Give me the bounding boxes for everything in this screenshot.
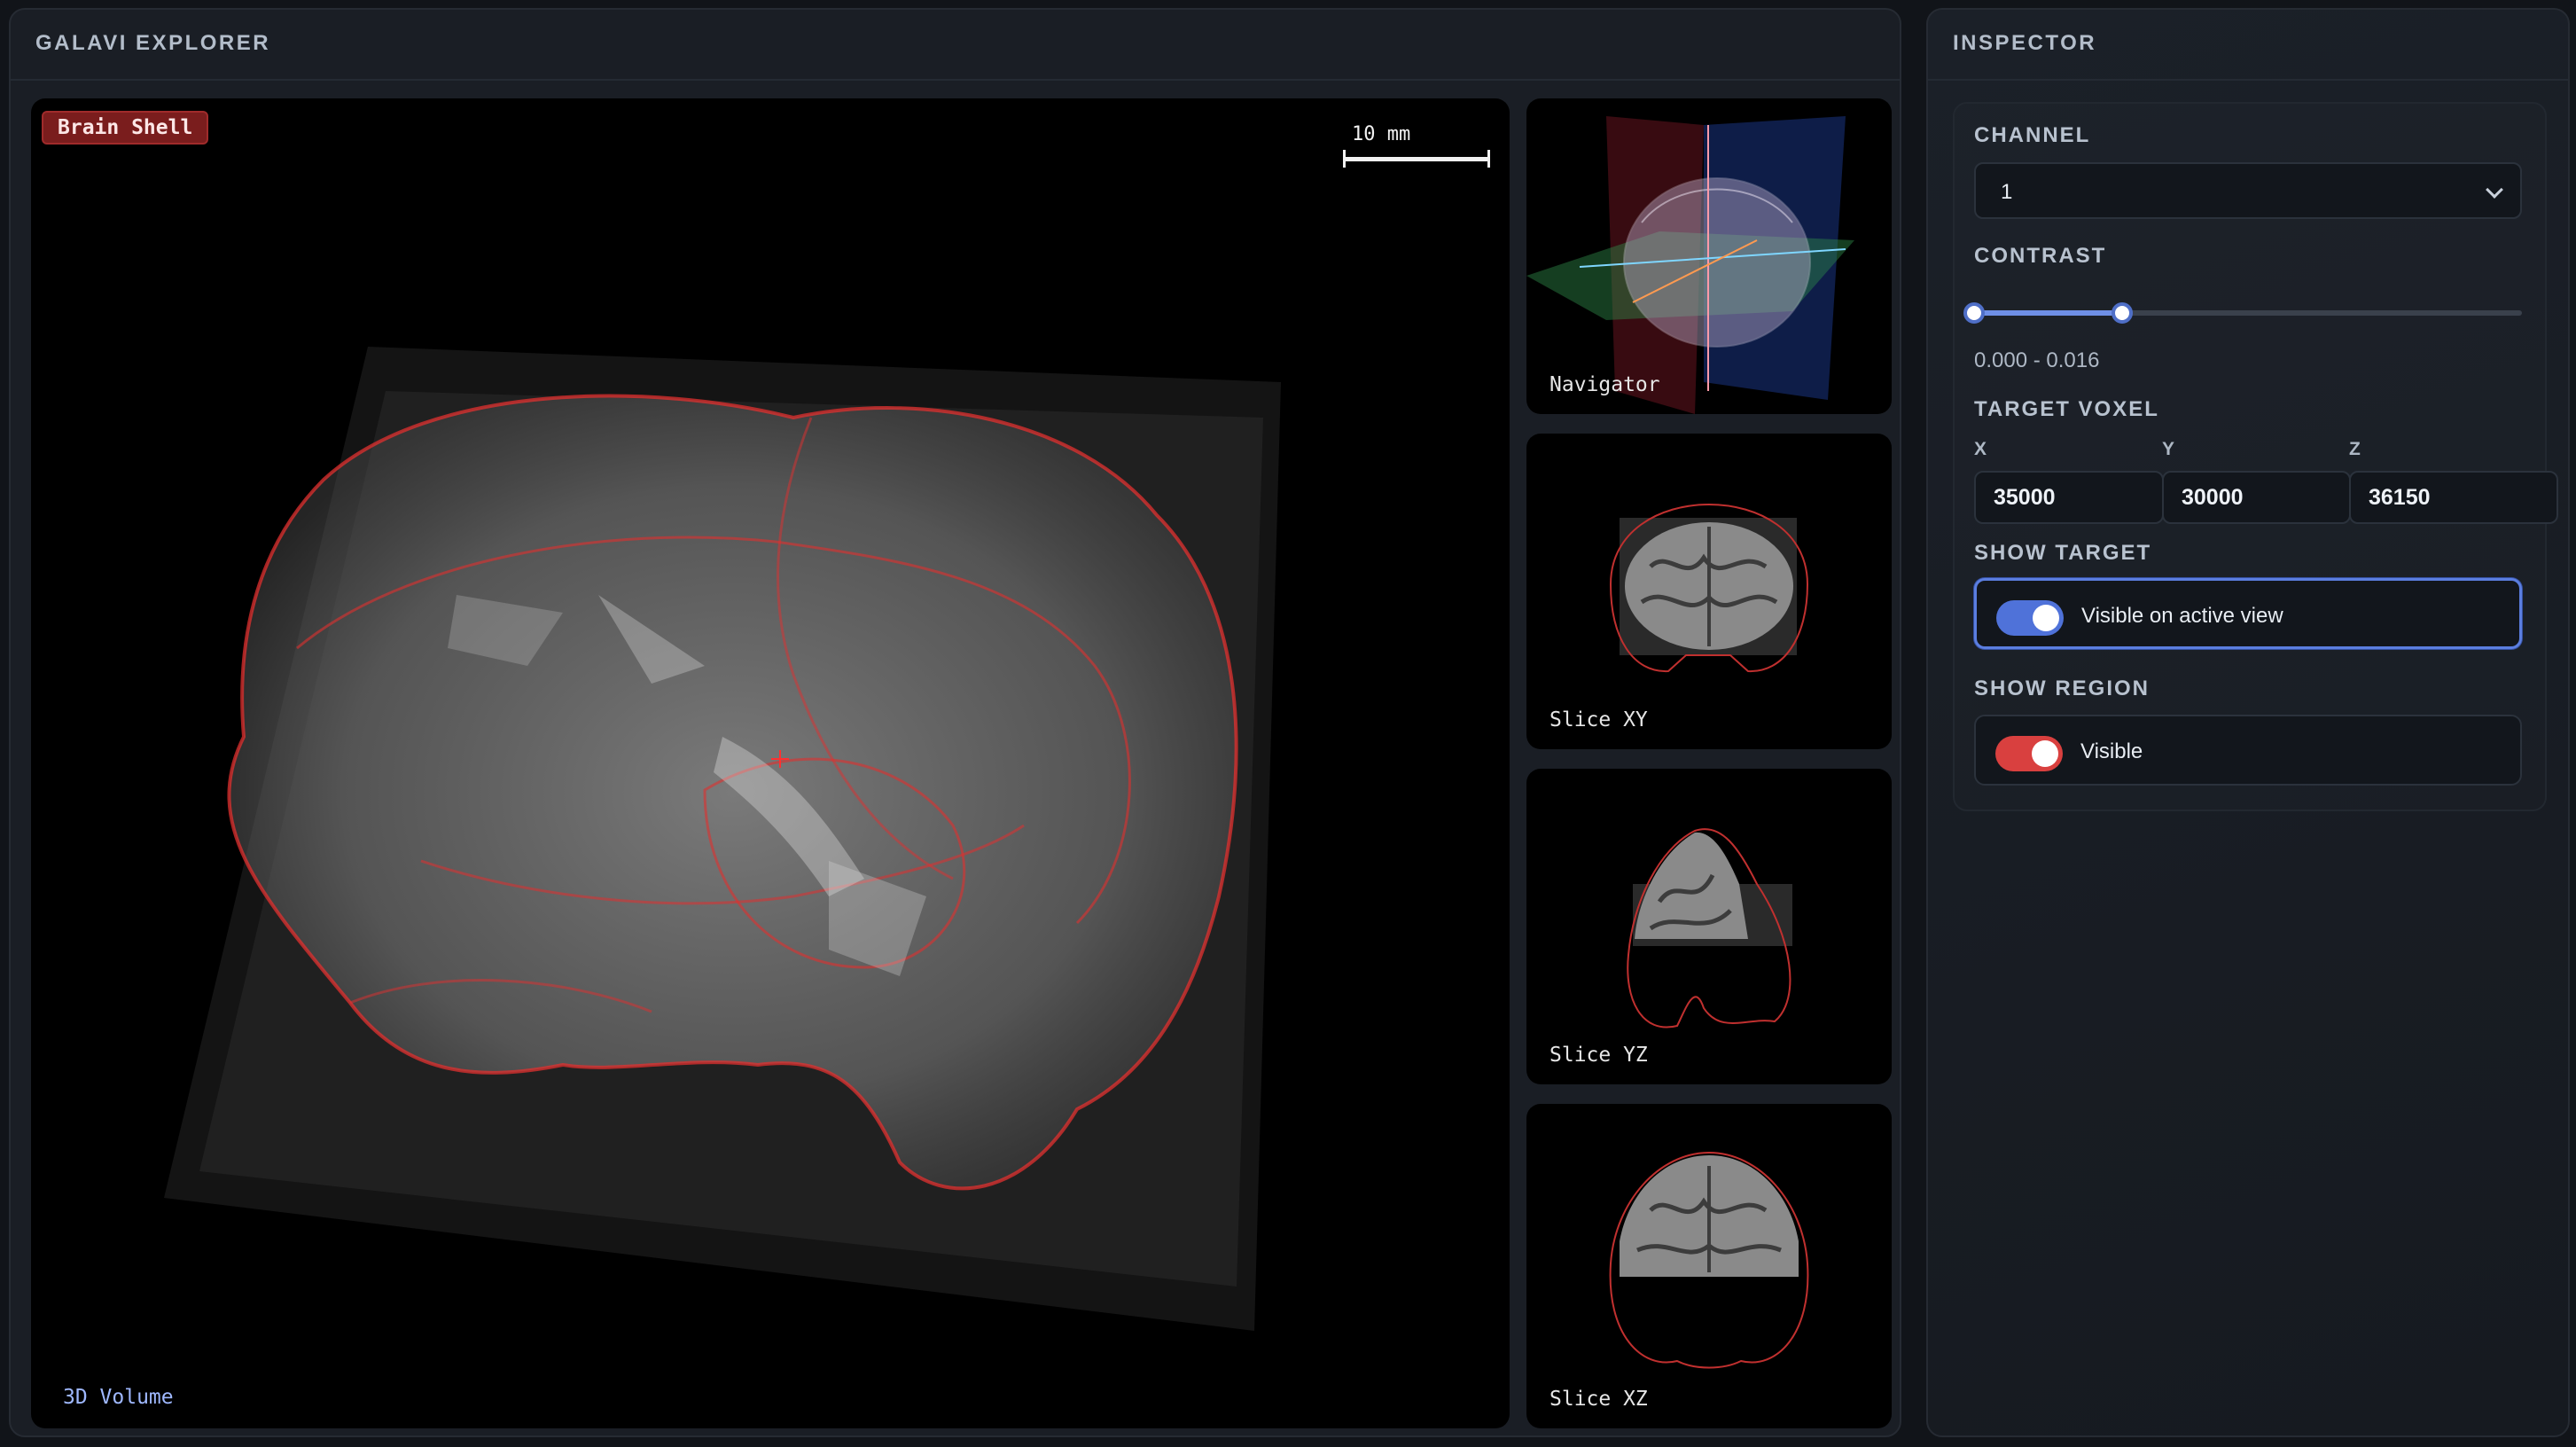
contrast-range-text: 0.000 - 0.016 xyxy=(1974,348,2100,372)
slice-xz-label: Slice XZ xyxy=(1550,1388,1648,1411)
voxel-z-input[interactable] xyxy=(2349,471,2558,524)
contrast-slider[interactable] xyxy=(1963,302,2522,324)
slice-xz-view[interactable]: Slice XZ xyxy=(1526,1104,1892,1428)
galavi-app: GALAVI EXPLORER Brain Shell 10 mm 3D Vol… xyxy=(0,0,2576,1447)
slice-yz-label: Slice YZ xyxy=(1550,1044,1648,1067)
inspector-panel: INSPECTOR CHANNEL 1 CONTRAST 0.000 - 0.0… xyxy=(1926,8,2570,1437)
voxel-y-label: Y xyxy=(2162,439,2175,459)
explorer-panel: GALAVI EXPLORER Brain Shell 10 mm 3D Vol… xyxy=(9,8,1901,1437)
chevron-down-icon xyxy=(2486,181,2503,199)
voxel-y-input[interactable] xyxy=(2162,471,2351,524)
show-region-switch[interactable] xyxy=(1995,736,2063,771)
slice-xy-render xyxy=(1609,503,1809,673)
channel-label: CHANNEL xyxy=(1974,123,2091,147)
show-target-toggle-row[interactable]: Visible on active view xyxy=(1974,578,2522,649)
slice-xy-view[interactable]: Slice XY xyxy=(1526,434,1892,749)
show-target-switch[interactable] xyxy=(1996,600,2064,636)
slice-yz-view[interactable]: Slice YZ xyxy=(1526,769,1892,1084)
scale-bar-line xyxy=(1343,150,1490,168)
inspector-title: INSPECTOR xyxy=(1953,31,2097,55)
show-region-label: SHOW REGION xyxy=(1974,677,2151,700)
target-voxel-label: TARGET VOXEL xyxy=(1974,397,2159,421)
slice-xy-label: Slice XY xyxy=(1550,708,1648,731)
contrast-slider-fill xyxy=(1974,310,2122,316)
layer-tag: Brain Shell xyxy=(42,111,209,145)
scale-bar-label: 10 mm xyxy=(1352,123,1411,145)
main-view-label: 3D Volume xyxy=(63,1386,174,1409)
show-region-text: Visible xyxy=(2080,739,2143,763)
explorer-header: GALAVI EXPLORER xyxy=(11,10,1900,81)
contrast-high-handle[interactable] xyxy=(2111,302,2133,324)
switch-knob xyxy=(2032,740,2058,767)
inspector-header: INSPECTOR xyxy=(1928,10,2568,81)
contrast-label: CONTRAST xyxy=(1974,244,2107,268)
show-target-text: Visible on active view xyxy=(2081,604,2283,628)
main-3d-viewport[interactable]: Brain Shell 10 mm 3D Volume xyxy=(31,98,1510,1428)
show-target-label: SHOW TARGET xyxy=(1974,541,2152,565)
voxel-x-input[interactable] xyxy=(1974,471,2164,524)
channel-select-value: 1 xyxy=(2001,180,2013,204)
scale-bar: 10 mm xyxy=(1343,123,1494,168)
brain-volume-render xyxy=(164,347,1281,1331)
channel-select[interactable]: 1 xyxy=(1974,162,2522,219)
slice-xz-render xyxy=(1609,1151,1809,1369)
navigator-label: Navigator xyxy=(1550,373,1660,396)
contrast-low-handle[interactable] xyxy=(1963,302,1985,324)
navigator-render xyxy=(1526,116,1854,414)
navigator-view[interactable]: Navigator xyxy=(1526,98,1892,414)
voxel-x-label: X xyxy=(1974,439,1987,459)
explorer-title: GALAVI EXPLORER xyxy=(35,31,271,55)
slice-yz-render xyxy=(1627,828,1792,1029)
show-region-toggle-row[interactable]: Visible xyxy=(1974,715,2522,786)
voxel-z-label: Z xyxy=(2349,439,2361,459)
switch-knob xyxy=(2033,605,2059,631)
